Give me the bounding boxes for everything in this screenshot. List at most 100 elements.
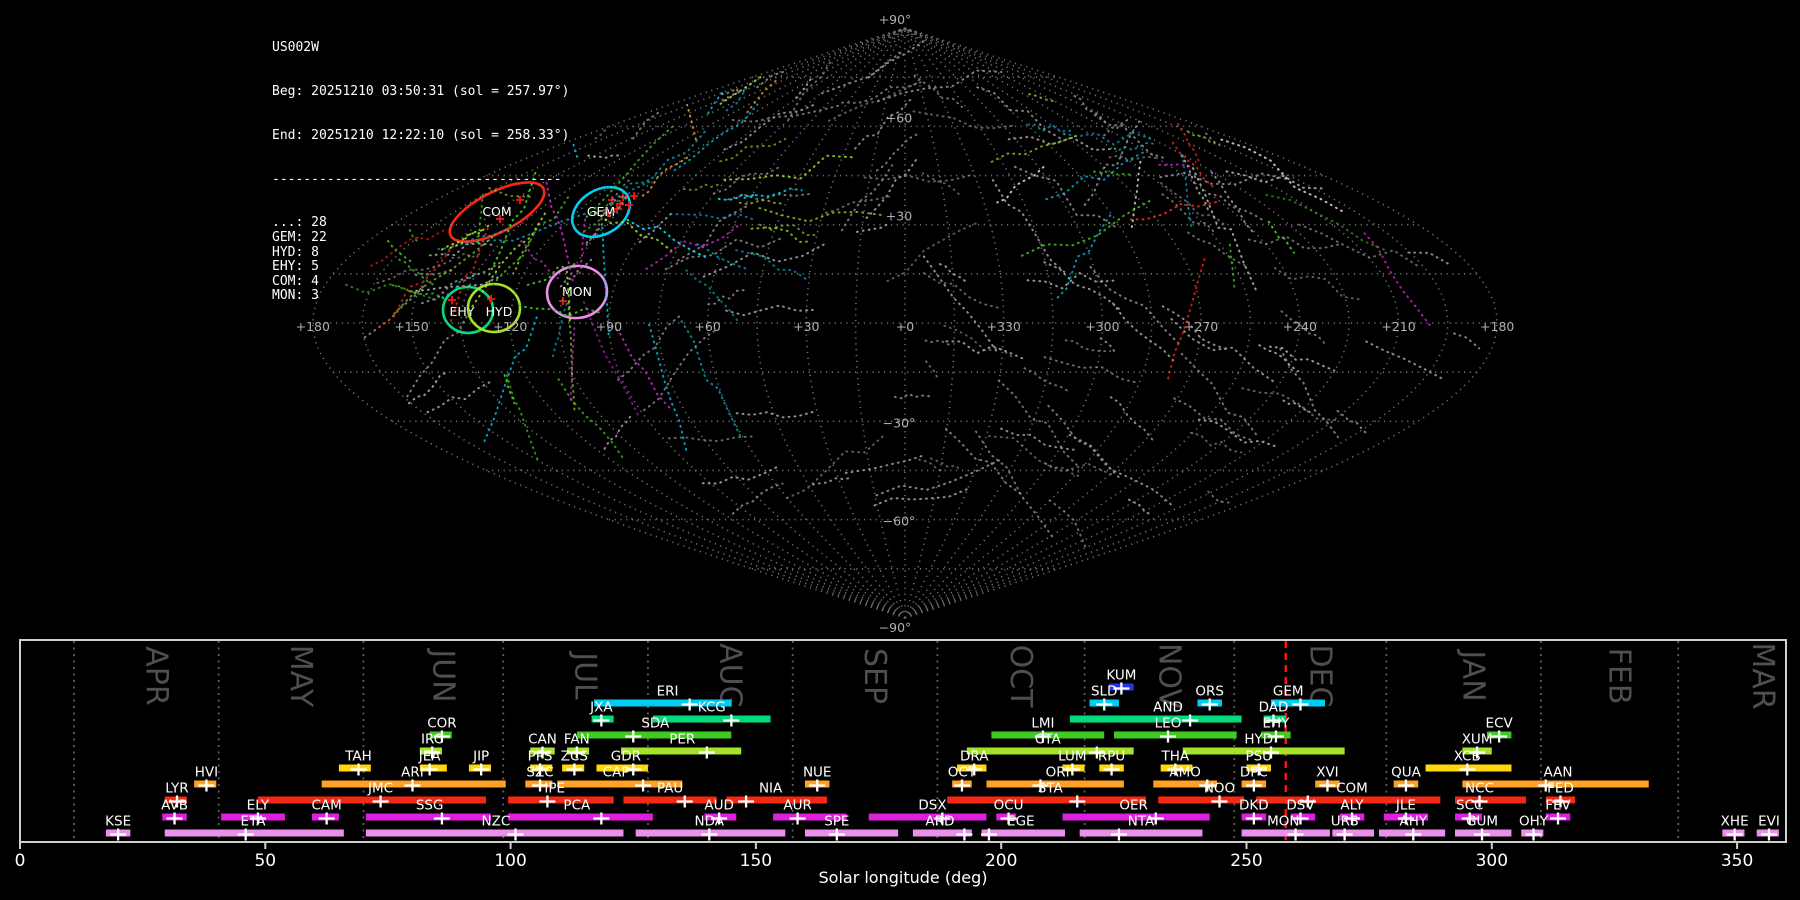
shower-label-AUD: AUD (704, 798, 734, 814)
shower-label-ERI: ERI (657, 684, 679, 700)
shower-bar-MON (1241, 829, 1330, 837)
shower-DKD: DKD (1239, 798, 1269, 825)
sky-lon-label: +30 (793, 319, 819, 334)
shower-label-EGE: EGE (1007, 814, 1035, 830)
shower-label-DSX: DSX (918, 798, 946, 814)
shower-label-JMC: JMC (367, 781, 393, 797)
shower-label-OCT: OCT (948, 765, 977, 781)
sky-lon-label: +180 (1480, 319, 1514, 334)
shower-label-GEM: GEM (1273, 684, 1304, 700)
app-screen: COM GEM MON EHY HYD +180 +150 +120 +90 +60 +30 +0 +3… (0, 0, 1800, 900)
shower-label-PCA: PCA (563, 798, 591, 814)
sky-lon-label: +300 (1085, 319, 1119, 334)
shower-label-QUA: QUA (1391, 765, 1422, 781)
sky-lon-label: +240 (1283, 319, 1317, 334)
obs-end: End: 20251210 12:22:10 (sol = 258.33°) (272, 127, 570, 143)
sky-lat-label: −90° (879, 620, 912, 635)
shower-count-GEM: GEM: 22 (272, 229, 327, 245)
shower-label-IPE: IPE (544, 781, 565, 797)
separator-line: ------------------------------------- (272, 171, 562, 187)
shower-label-AUR: AUR (783, 798, 812, 814)
shower-RPU: RPU (1098, 749, 1125, 776)
shower-bar-SDA (576, 731, 732, 739)
shower-URS: URS (1331, 814, 1375, 841)
shower-label-PAU: PAU (657, 781, 683, 797)
activity-timeline: APR MAY JUN JUL AUG SEP OCT NOV DEC JAN FEB MARKUME… (15, 639, 1787, 871)
shower-label-PER: PER (669, 732, 695, 748)
obs-begin: Beg: 20251210 03:50:31 (sol = 257.97°) (272, 83, 570, 99)
month-label-JUL: JUL (568, 650, 603, 700)
month-label-DEC: DEC (1302, 644, 1337, 707)
shower-label-CAM: CAM (311, 798, 341, 814)
shower-QUA: QUA (1391, 765, 1422, 792)
shower-label-CAP: CAP (603, 765, 630, 781)
shower-label-GUM: GUM (1466, 814, 1498, 830)
shower-ZCS: ZCS (561, 749, 588, 776)
shower-bar-ETA (164, 829, 344, 837)
plot-canvas: COM GEMMONEHY HYD+180 +150 +120 +90 +60 +30 +0 +3… (15, 12, 1787, 871)
shower-count-dotdotdot: ...: 28 (272, 215, 327, 231)
shower-label-JLE: JLE (1395, 798, 1416, 814)
shower-label-FEV: FEV (1545, 798, 1571, 814)
shower-label-LUM: LUM (1058, 749, 1086, 765)
shower-label-AHY: AHY (1399, 814, 1427, 830)
sky-lat-label: −30° (883, 415, 916, 430)
shower-label-ZCS: ZCS (561, 749, 588, 765)
shower-count-COM: COM: 4 (272, 273, 319, 289)
shower-label-JXA: JXA (589, 700, 613, 716)
shower-count-EHY: EHY: 5 (272, 259, 319, 275)
shower-bar-KCG (652, 715, 771, 723)
sky-lon-label: +330 (987, 319, 1021, 334)
shower-label-IRC: IRC (421, 732, 443, 748)
shower-label-AND: AND (1153, 700, 1183, 716)
shower-label-NDA: NDA (695, 814, 725, 830)
shower-KSE: KSE (105, 814, 131, 841)
month-label-APR: APR (138, 646, 173, 705)
station-id: US002W (272, 40, 319, 56)
shower-label-ORS: ORS (1195, 684, 1224, 700)
shower-bar-IPE (508, 796, 614, 804)
shower-label-SDA: SDA (641, 716, 670, 732)
shower-label-EVI: EVI (1758, 814, 1780, 830)
shower-label-ARD: ARD (925, 814, 954, 830)
shower-bar-STA (947, 796, 1146, 804)
shower-label-CAN: CAN (528, 732, 557, 748)
shower-label-DAD: DAD (1259, 700, 1289, 716)
shower-JXA: JXA (589, 700, 614, 727)
shower-bar-SPE (804, 829, 899, 837)
shower-label-KUM: KUM (1106, 668, 1136, 684)
month-label-JUN: JUN (425, 647, 460, 702)
shower-XHE: XHE (1721, 814, 1749, 841)
month-label-SEP: SEP (857, 648, 892, 704)
shower-AVB: AVB (161, 798, 188, 825)
shower-label-KSE: KSE (105, 814, 131, 830)
shower-label-XHE: XHE (1721, 814, 1749, 830)
shower-label-COM: COM (1336, 781, 1368, 797)
shower-label-ELY: ELY (247, 798, 270, 814)
shower-label-XVI: XVI (1316, 765, 1338, 781)
shower-label-SPE: SPE (824, 814, 849, 830)
shower-label-LEO: LEO (1155, 716, 1182, 732)
shower-OHY: OHY (1519, 814, 1549, 841)
shower-label-DRA: DRA (960, 749, 989, 765)
shower-label-PSU: PSU (1245, 749, 1272, 765)
shower-label-NTA: NTA (1128, 814, 1155, 830)
shower-label-RPU: RPU (1098, 749, 1125, 765)
shower-label-DSV: DSV (1286, 798, 1315, 814)
shower-label-NUE: NUE (803, 765, 832, 781)
month-label-MAY: MAY (283, 645, 318, 708)
radiant-cross-mark (630, 192, 638, 200)
sky-lon-label: +0 (896, 319, 914, 334)
shower-label-XUM: XUM (1462, 732, 1493, 748)
shower-label-SCC: SCC (1456, 798, 1483, 814)
sky-lat-label: −60° (883, 514, 916, 529)
shower-label-JIP: JIP (472, 749, 489, 765)
shower-label-CTA: CTA (1035, 732, 1062, 748)
shower-EVI: EVI (1756, 814, 1780, 841)
shower-DPC: DPC (1240, 765, 1268, 792)
shower-label-SSG: SSG (416, 798, 444, 814)
shower-bar-NOO (1158, 796, 1245, 804)
shower-FEV: FEV (1545, 798, 1572, 825)
shower-TAH: TAH (338, 749, 372, 776)
shower-label-LMI: LMI (1031, 716, 1054, 732)
